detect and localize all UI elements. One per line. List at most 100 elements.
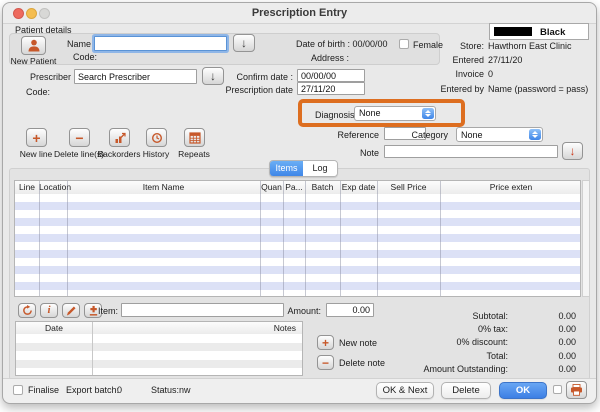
finalise-checkbox[interactable] [13, 385, 23, 395]
invoice-colour-box[interactable]: Black [489, 23, 589, 40]
delete-lines-button[interactable]: − [69, 128, 90, 147]
col-header-notes[interactable]: Notes [92, 324, 296, 333]
col-header-exp-date[interactable]: Exp date [340, 183, 377, 192]
discount-value: 0.00 [508, 337, 576, 347]
column-divider [283, 181, 284, 296]
table-row[interactable] [15, 274, 580, 282]
info-button[interactable]: i [40, 303, 58, 318]
items-table-scrollbar[interactable] [582, 180, 590, 297]
table-row[interactable] [15, 250, 580, 258]
table-row[interactable] [15, 266, 580, 274]
table-row[interactable] [15, 282, 580, 290]
prescription-date-input[interactable] [297, 82, 365, 95]
category-label: Category [388, 131, 448, 140]
prescriber-search-input[interactable] [74, 69, 197, 84]
table-row[interactable] [16, 368, 302, 376]
category-dropdown[interactable]: None [456, 127, 543, 142]
reference-label: Reference [319, 131, 379, 140]
table-row[interactable] [15, 242, 580, 250]
col-header-line[interactable]: Line [15, 183, 39, 192]
table-row[interactable] [15, 218, 580, 226]
prescriber-label: Prescriber [21, 73, 71, 82]
table-row[interactable] [15, 194, 580, 202]
entered-label: Entered [383, 56, 484, 65]
history-button[interactable] [146, 128, 167, 147]
note-label: Note [319, 149, 379, 158]
col-header-item-name[interactable]: Item Name [67, 183, 260, 192]
prescriber-code-label: Code: [26, 88, 50, 97]
footer-bar: Finalise Export batch: 0 Status: nw OK &… [3, 378, 596, 403]
table-row[interactable] [15, 210, 580, 218]
finalise-label: Finalise [28, 386, 59, 395]
col-header-price-exten[interactable]: Price exten [440, 183, 581, 192]
new-line-button[interactable]: + [26, 128, 47, 147]
invoice-value: 0 [488, 70, 493, 79]
down-arrow-icon: ↓ [241, 37, 247, 49]
column-divider [340, 181, 341, 296]
table-row[interactable] [16, 351, 302, 360]
note-expand-button[interactable]: ↓ [562, 142, 583, 160]
confirm-date-label: Confirm date : [193, 73, 293, 82]
patient-name-input[interactable] [94, 36, 227, 51]
confirm-date-input[interactable] [297, 69, 365, 82]
edit-pencil-icon [66, 305, 77, 316]
column-divider [67, 181, 68, 296]
backorders-button[interactable] [109, 128, 130, 147]
repeats-button[interactable] [184, 128, 205, 147]
col-header-pack[interactable]: Pa... [283, 183, 305, 192]
status-label: Status: [151, 386, 179, 395]
print-checkbox[interactable] [553, 385, 562, 394]
status-value: nw [179, 386, 191, 395]
table-row[interactable] [15, 202, 580, 210]
backorders-chart-icon [114, 132, 126, 144]
col-header-sell-price[interactable]: Sell Price [377, 183, 440, 192]
table-row[interactable] [15, 290, 580, 297]
column-divider [92, 322, 93, 375]
table-row[interactable] [15, 226, 580, 234]
tab-items[interactable]: Items [270, 161, 303, 176]
table-row[interactable] [16, 360, 302, 369]
category-value: None [457, 130, 528, 140]
item-label: Item: [91, 307, 118, 316]
discount-row: 0% discount: 0.00 [303, 336, 576, 349]
store-value: Hawthorn East Clinic [488, 42, 572, 51]
diagnosis-dropdown[interactable]: None [354, 106, 436, 121]
new-patient-button[interactable] [21, 36, 46, 55]
col-header-batch[interactable]: Batch [305, 183, 340, 192]
total-value: 0.00 [508, 351, 576, 361]
subtotal-row: Subtotal: 0.00 [303, 309, 576, 322]
amount-outstanding-row: Amount Outstanding: 0.00 [303, 363, 576, 376]
tab-log[interactable]: Log [303, 161, 337, 176]
subtotal-value: 0.00 [508, 311, 576, 321]
colour-swatch [494, 27, 532, 36]
prescription-entry-window: Prescription Entry Patient details New P… [2, 2, 597, 404]
table-row[interactable] [16, 343, 302, 352]
note-input[interactable] [384, 145, 558, 158]
table-row[interactable] [15, 234, 580, 242]
print-button[interactable] [566, 381, 587, 399]
tab-bar: Items Log [269, 160, 338, 177]
down-arrow-icon: ↓ [570, 145, 576, 157]
col-header-date[interactable]: Date [16, 324, 92, 333]
delete-button[interactable]: Delete [441, 382, 491, 399]
refresh-button[interactable] [18, 303, 36, 318]
items-table[interactable]: Line Location Item Name Quan Pa... Batch… [14, 180, 581, 297]
totals-block: Subtotal: 0.00 0% tax: 0.00 0% discount:… [303, 309, 576, 376]
ok-button[interactable]: OK [499, 382, 547, 399]
notes-table[interactable]: Date Notes [15, 321, 303, 376]
col-header-location[interactable]: Location [39, 183, 67, 192]
minus-icon: − [75, 131, 83, 145]
printer-icon [570, 384, 583, 396]
tax-label: 0% tax: [303, 324, 508, 334]
subtotal-label: Subtotal: [303, 311, 508, 321]
history-clock-icon [151, 132, 163, 144]
name-lookup-button[interactable]: ↓ [233, 34, 255, 52]
name-label: Name [61, 40, 91, 49]
ok-and-next-button[interactable]: OK & Next [376, 382, 434, 399]
repeats-grid-icon [189, 132, 201, 144]
table-row[interactable] [15, 258, 580, 266]
table-row[interactable] [16, 334, 302, 343]
edit-button[interactable] [62, 303, 80, 318]
col-header-quan[interactable]: Quan [260, 183, 283, 192]
item-input[interactable] [121, 303, 284, 317]
